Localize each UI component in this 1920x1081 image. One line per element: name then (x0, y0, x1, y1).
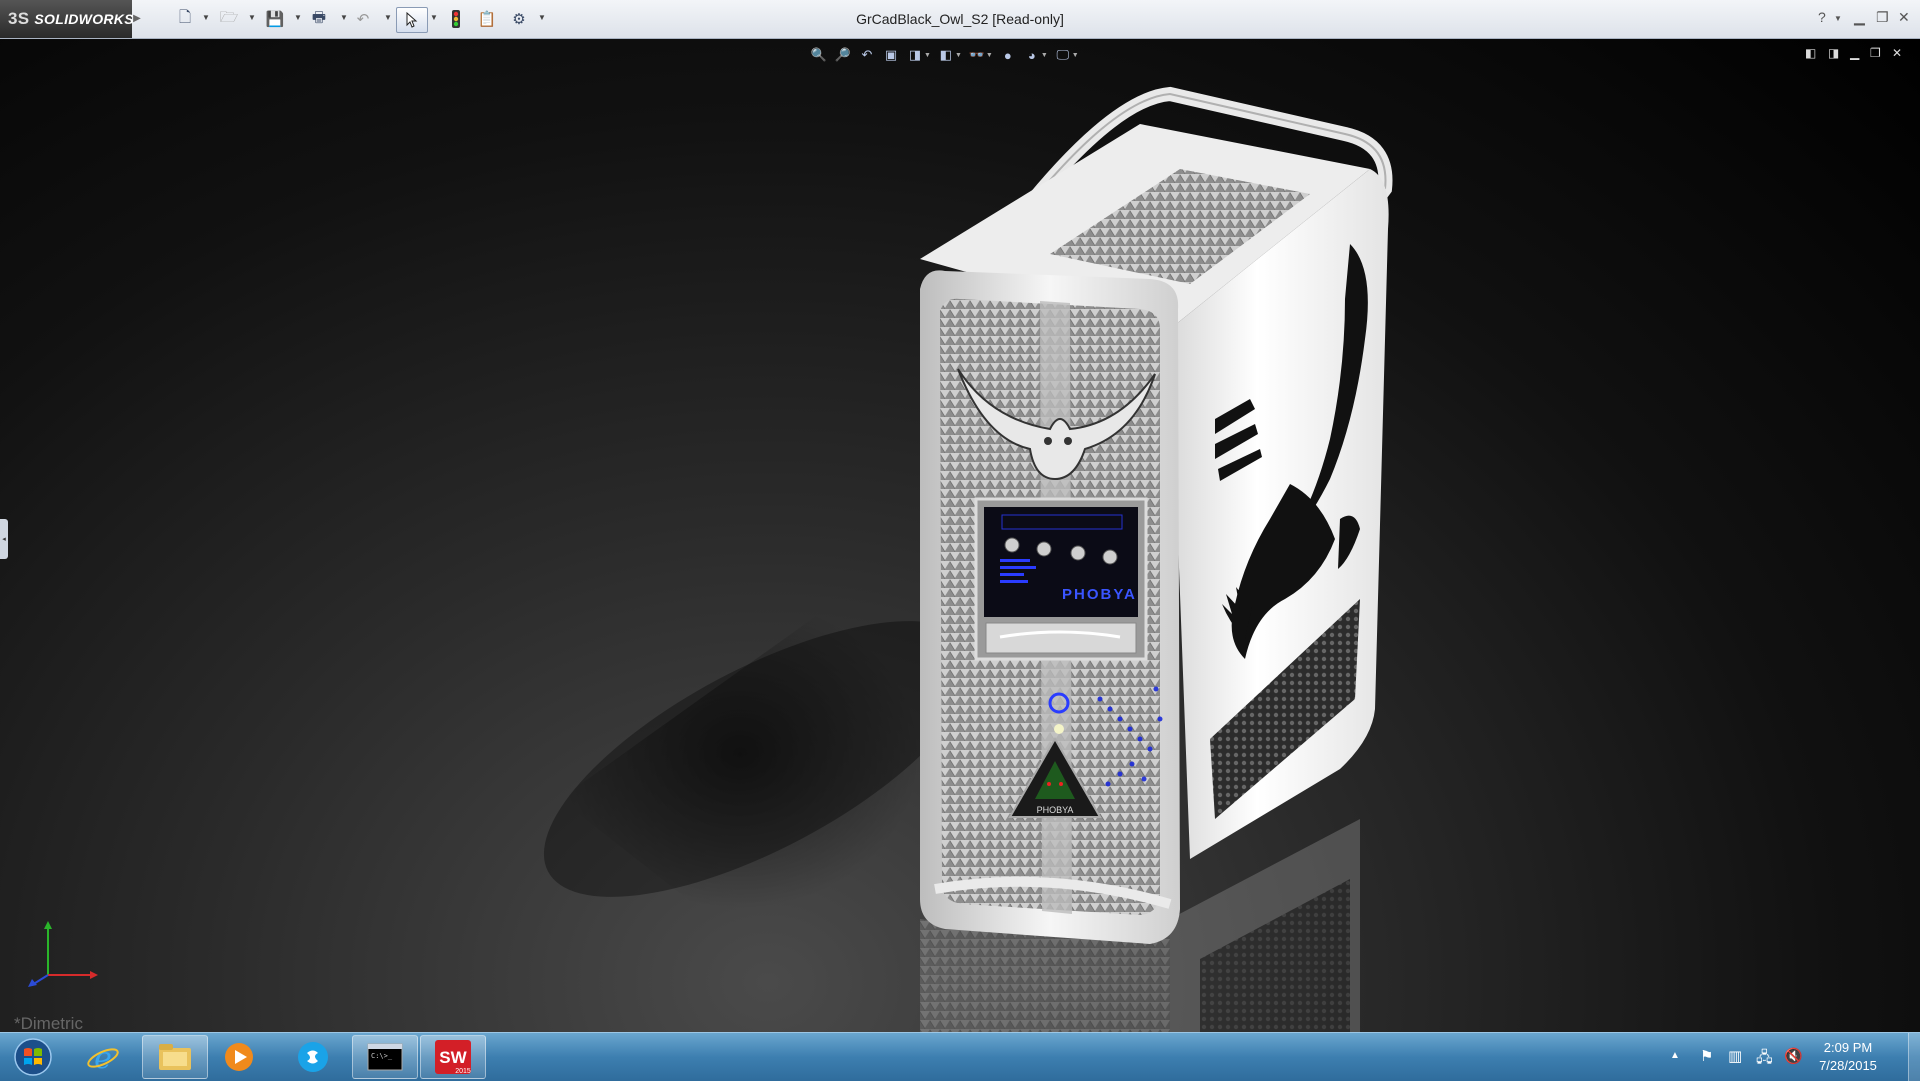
solidworks-2015-icon[interactable]: SW 2015 (420, 1035, 486, 1079)
restore-icon[interactable]: ❐ (1876, 9, 1889, 26)
pc-case-render: PHOBYA PHOBYA (543, 86, 1393, 1032)
split-view-icon[interactable]: ◧ (1805, 46, 1816, 60)
menu-flyout-chevron-icon[interactable]: ▶ (133, 10, 141, 28)
help-dropdown-chevron-icon[interactable]: ▼ (1834, 14, 1842, 23)
clock-time: 2:09 PM (1823, 1040, 1873, 1055)
brand-name: SOLIDWORKS (34, 11, 134, 27)
system-clock[interactable]: 2:09 PM 7/28/2015 (1808, 1039, 1888, 1075)
internet-explorer-icon[interactable]: e (70, 1035, 136, 1079)
split-view-alt-icon[interactable]: ◨ (1828, 46, 1839, 60)
hide-show-dropdown-chevron-icon[interactable]: ▼ (986, 52, 993, 59)
reference-triad-icon (22, 919, 102, 994)
file-explorer-icon[interactable] (142, 1035, 208, 1079)
select-arrow-icon[interactable] (396, 7, 428, 33)
minimize-icon[interactable]: ▁ (1854, 9, 1865, 26)
save-icon[interactable]: 💾 (266, 7, 285, 31)
device-manager-icon[interactable]: ▥ (1728, 1047, 1742, 1065)
display-style-icon[interactable]: ◧ (937, 47, 955, 63)
display-style-dropdown-chevron-icon[interactable]: ▼ (955, 52, 962, 59)
zoom-to-area-icon[interactable]: 🔎 (834, 47, 852, 63)
view-settings-icon[interactable]: 🖵 (1054, 47, 1072, 63)
open-dropdown-chevron-icon[interactable]: ▼ (248, 13, 256, 22)
command-prompt-icon[interactable]: C:\>_ (352, 1035, 418, 1079)
view-orientation-dropdown-chevron-icon[interactable]: ▼ (924, 52, 931, 59)
view-settings-dropdown-chevron-icon[interactable]: ▼ (1072, 52, 1079, 59)
new-dropdown-chevron-icon[interactable]: ▼ (202, 13, 210, 22)
title-bar: 3S SOLIDWORKS ▶ 🗋 ▼ 🗁 ▼ 💾 ▼ 🖶 ▼ ↶ ▼ ▼ 📋 … (0, 0, 1920, 39)
save-dropdown-chevron-icon[interactable]: ▼ (294, 13, 302, 22)
action-center-flag-icon[interactable]: ⚑ (1700, 1047, 1713, 1065)
open-folder-icon[interactable]: 🗁 (220, 7, 239, 31)
reset-button (1054, 724, 1064, 734)
skype-icon[interactable] (280, 1035, 346, 1079)
volume-muted-icon[interactable]: 🔇 (1784, 1047, 1803, 1065)
clock-date: 7/28/2015 (1819, 1058, 1877, 1073)
apply-scene-icon[interactable]: ◕ (1023, 48, 1041, 63)
doc-minimize-icon[interactable]: ▁ (1850, 46, 1859, 60)
previous-view-icon[interactable]: ↶ (858, 47, 876, 63)
edit-appearance-icon[interactable]: ● (999, 48, 1017, 63)
sw-year-text: 2015 (455, 1068, 471, 1075)
show-hidden-icons-chevron-icon[interactable]: ▲ (1670, 1050, 1680, 1061)
network-icon[interactable]: 🖧 (1756, 1047, 1773, 1072)
windows-taskbar: e C:\>_ SW 2015 ▲ ⚑ ▥ 🖧 🔇 2:09 PM 7/28/20… (0, 1032, 1920, 1081)
start-button[interactable] (4, 1035, 62, 1079)
file-properties-icon[interactable]: 📋 (478, 7, 497, 31)
close-icon[interactable]: ✕ (1898, 9, 1910, 26)
rebuild-traffic-light-icon[interactable] (448, 7, 464, 31)
optical-drive (985, 622, 1137, 654)
undo-dropdown-chevron-icon[interactable]: ▼ (384, 13, 392, 22)
window-title: GrCadBlack_Owl_S2 [Read-only] (856, 11, 1064, 27)
doc-restore-icon[interactable]: ❐ (1870, 46, 1881, 60)
print-dropdown-chevron-icon[interactable]: ▼ (340, 13, 348, 22)
section-view-icon[interactable]: ▣ (882, 47, 900, 63)
view-orientation-label: *Dimetric (14, 1014, 83, 1032)
cmd-label: C:\>_ (371, 1052, 393, 1060)
apply-scene-dropdown-chevron-icon[interactable]: ▼ (1041, 52, 1048, 59)
options-icon[interactable]: ⚙ (510, 7, 528, 31)
solidworks-logo-button[interactable]: 3S SOLIDWORKS (0, 0, 134, 38)
doc-close-icon[interactable]: ✕ (1892, 46, 1902, 60)
help-icon[interactable]: ? (1818, 9, 1826, 25)
heads-up-view-toolbar: 🔍 🔎 ↶ ▣ ◨ ▼ ◧ ▼ 👓 ▼ ● ◕ ▼ 🖵 ▼ (810, 44, 1079, 66)
feature-manager-collapse-handle[interactable]: ◂ (0, 519, 8, 559)
windows-orb-icon (14, 1038, 52, 1076)
new-document-icon[interactable]: 🗋 (176, 7, 194, 31)
ds-logo-mark: 3S (8, 9, 30, 28)
svg-text:e: e (94, 1041, 112, 1075)
zoom-to-fit-icon[interactable]: 🔍 (810, 47, 828, 63)
pc-case-model[interactable]: PHOBYA PHOBYA (0, 39, 1920, 1032)
show-desktop-button[interactable] (1908, 1033, 1920, 1081)
print-icon[interactable]: 🖶 (310, 7, 328, 31)
undo-icon[interactable]: ↶ (354, 7, 372, 31)
sw-badge-text: SW (439, 1048, 467, 1067)
select-dropdown-chevron-icon[interactable]: ▼ (430, 13, 438, 22)
badge-brand-label: PHOBYA (1037, 805, 1074, 815)
graphics-area[interactable]: PHOBYA PHOBYA 🔍 🔎 ↶ ▣ ◨ ▼ ◧ ▼ 👓 ▼ ● ◕ ▼ … (0, 39, 1920, 1032)
options-dropdown-chevron-icon[interactable]: ▼ (538, 13, 546, 22)
hide-show-items-icon[interactable]: 👓 (968, 47, 986, 63)
media-player-icon[interactable] (206, 1035, 272, 1079)
view-orientation-icon[interactable]: ◨ (906, 47, 924, 63)
panel-brand-label: PHOBYA (1062, 586, 1137, 603)
